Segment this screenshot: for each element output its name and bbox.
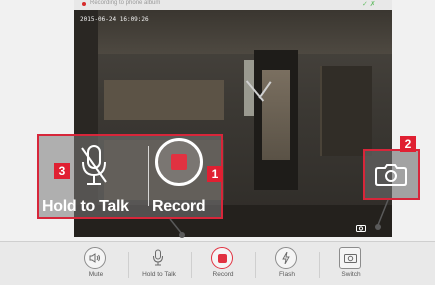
callout-badge-3: 3 <box>54 163 70 179</box>
video-timestamp: 2015-06-24 16:09:26 <box>80 16 149 23</box>
recording-indicator-dot <box>82 2 86 6</box>
toolbar-separator <box>128 252 129 278</box>
toolbar-flash-button[interactable]: Flash <box>258 247 316 283</box>
microphone-icon <box>147 247 169 269</box>
toolbar-mute-label: Mute <box>88 271 104 278</box>
camera-icon[interactable] <box>375 162 407 186</box>
toolbar-hold-to-talk-label: Hold to Talk <box>142 271 176 278</box>
callout-divider <box>148 146 149 206</box>
camera-switch-icon <box>339 247 361 269</box>
callout-badge-1: 1 <box>207 166 223 182</box>
hold-to-talk-label: Hold to Talk <box>42 198 129 215</box>
toolbar-separator <box>319 252 320 278</box>
toolbar-switch-label: Switch <box>341 271 361 278</box>
microphone-icon[interactable] <box>78 144 110 188</box>
record-icon <box>211 247 233 269</box>
toolbar-hold-to-talk-button[interactable]: Hold to Talk <box>130 247 188 283</box>
record-dot <box>217 253 227 263</box>
record-label: Record <box>152 198 206 215</box>
callout-badge-2: 2 <box>400 136 416 152</box>
speaker-icon <box>84 247 106 269</box>
record-icon <box>171 154 187 170</box>
toolbar-separator <box>191 252 192 278</box>
video-scene-cabinet <box>104 80 224 120</box>
connection-status-icon: ✓ ✗ <box>362 1 376 8</box>
toolbar-flash-label: Flash <box>279 271 295 278</box>
toolbar-record-button[interactable]: Record <box>194 247 252 283</box>
toolbar-record-label: Record <box>212 271 234 278</box>
toolbar-separator <box>255 252 256 278</box>
recording-status-text: Recording to phone album <box>90 0 161 6</box>
video-scene-shelf <box>320 66 372 156</box>
flash-icon <box>275 247 297 269</box>
toolbar-mute-button[interactable]: Mute <box>67 247 125 283</box>
toolbar-switch-button[interactable]: Switch <box>322 247 380 283</box>
video-scene-hallway <box>262 70 290 160</box>
snapshot-small-icon[interactable] <box>356 224 366 232</box>
